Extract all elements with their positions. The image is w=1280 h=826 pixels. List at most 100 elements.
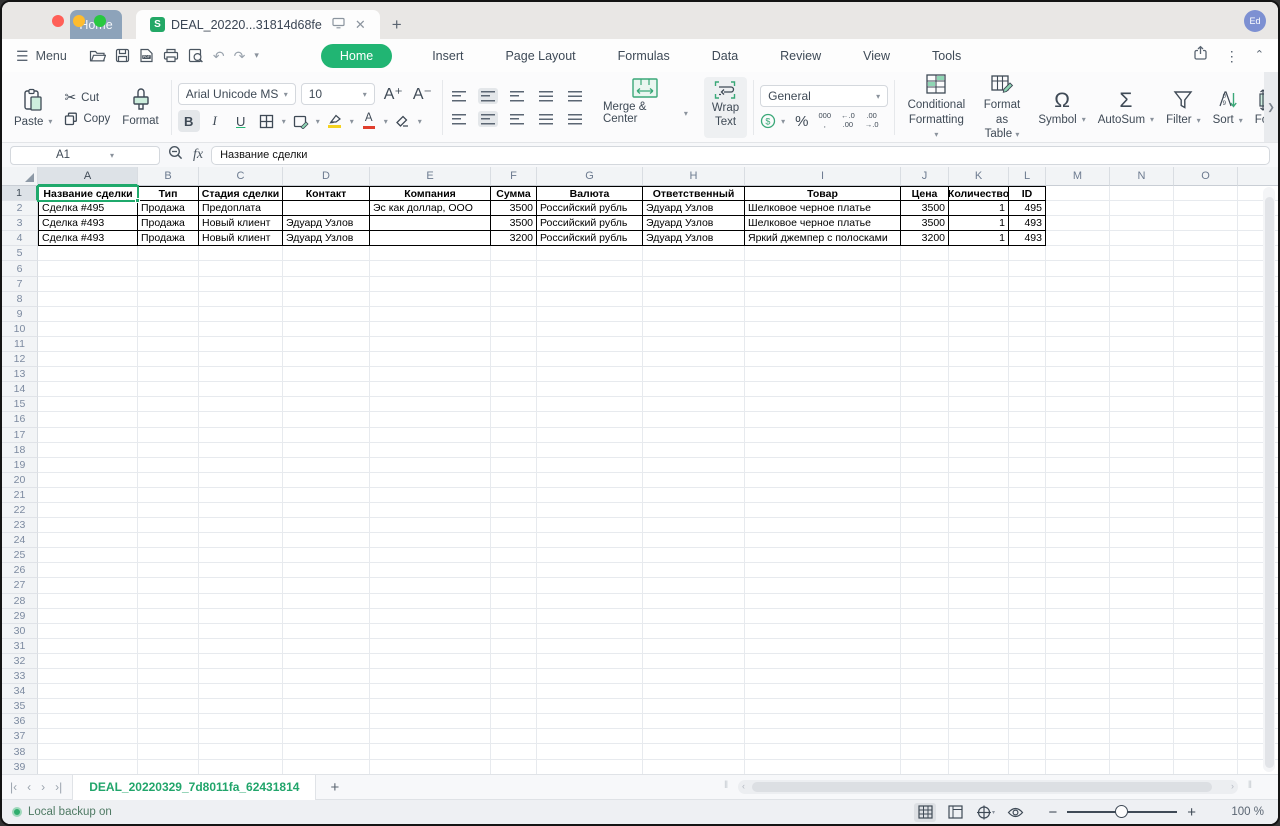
font-name-select[interactable]: Arial Unicode MS▾ <box>178 83 296 105</box>
cell-G34[interactable] <box>537 684 643 699</box>
cell-L9[interactable] <box>1009 307 1046 322</box>
cell-I27[interactable] <box>745 578 901 593</box>
cell-A38[interactable] <box>38 744 138 759</box>
cell-N16[interactable] <box>1110 412 1174 427</box>
cell-L37[interactable] <box>1009 729 1046 744</box>
cell-F36[interactable] <box>491 714 537 729</box>
row-header-15[interactable]: 15 <box>2 397 38 412</box>
cell-H21[interactable] <box>643 488 745 503</box>
cell-E11[interactable] <box>370 337 491 352</box>
align-top-button[interactable] <box>449 88 469 104</box>
comma-style-button[interactable]: 000 , <box>818 112 831 129</box>
cell-J31[interactable] <box>901 639 949 654</box>
cell-G13[interactable] <box>537 367 643 382</box>
align-center-button[interactable] <box>478 111 498 127</box>
cell-C18[interactable] <box>199 443 283 458</box>
cell-B12[interactable] <box>138 352 199 367</box>
row-header-34[interactable]: 34 <box>2 684 38 699</box>
cell-C38[interactable] <box>199 744 283 759</box>
cell-N38[interactable] <box>1110 744 1174 759</box>
column-header-A[interactable]: A <box>38 167 138 186</box>
cell-J36[interactable] <box>901 714 949 729</box>
cell-B37[interactable] <box>138 729 199 744</box>
cell-E9[interactable] <box>370 307 491 322</box>
cell-F37[interactable] <box>491 729 537 744</box>
cell-M23[interactable] <box>1046 518 1110 533</box>
cell-N39[interactable] <box>1110 760 1174 774</box>
cell-A37[interactable] <box>38 729 138 744</box>
cell-M14[interactable] <box>1046 382 1110 397</box>
column-header-M[interactable]: M <box>1046 167 1110 186</box>
cell-A2[interactable]: Сделка #495 <box>38 201 138 216</box>
cell-G10[interactable] <box>537 322 643 337</box>
format-painter-button[interactable]: Format <box>116 88 164 127</box>
row-header-31[interactable]: 31 <box>2 639 38 654</box>
format-as-table-button[interactable]: Format asTable ▾ <box>972 77 1033 138</box>
add-sheet-button[interactable]: + <box>316 779 353 796</box>
cell-F31[interactable] <box>491 639 537 654</box>
cell-G4[interactable]: Российский рубль <box>537 231 643 246</box>
cell-A27[interactable] <box>38 578 138 593</box>
cell-L10[interactable] <box>1009 322 1046 337</box>
cell-C32[interactable] <box>199 654 283 669</box>
cell-D18[interactable] <box>283 443 370 458</box>
cell-O13[interactable] <box>1174 367 1238 382</box>
hscroll-right-icon[interactable]: › <box>1231 781 1234 791</box>
share-icon[interactable] <box>1193 45 1209 66</box>
cell-B23[interactable] <box>138 518 199 533</box>
cell-K25[interactable] <box>949 548 1009 563</box>
minimize-window-button[interactable] <box>73 15 85 27</box>
cell-K10[interactable] <box>949 322 1009 337</box>
cell-L16[interactable] <box>1009 412 1046 427</box>
cell-O19[interactable] <box>1174 458 1238 473</box>
cell-N31[interactable] <box>1110 639 1174 654</box>
cell-L38[interactable] <box>1009 744 1046 759</box>
cell-F27[interactable] <box>491 578 537 593</box>
cell-N36[interactable] <box>1110 714 1174 729</box>
cell-K39[interactable] <box>949 760 1009 774</box>
cell-M15[interactable] <box>1046 397 1110 412</box>
cell-C37[interactable] <box>199 729 283 744</box>
cell-B14[interactable] <box>138 382 199 397</box>
cell-L23[interactable] <box>1009 518 1046 533</box>
column-header-K[interactable]: K <box>949 167 1009 186</box>
cell-L18[interactable] <box>1009 443 1046 458</box>
cell-K19[interactable] <box>949 458 1009 473</box>
merge-center-button[interactable]: Merge & Center▾ <box>595 77 696 138</box>
cell-D10[interactable] <box>283 322 370 337</box>
cell-O36[interactable] <box>1174 714 1238 729</box>
spreadsheet-grid[interactable]: ABCDEFGHIJKLMNO 1Название сделкиТипСтади… <box>2 167 1278 774</box>
cell-L5[interactable] <box>1009 246 1046 261</box>
cell-F14[interactable] <box>491 382 537 397</box>
cell-G7[interactable] <box>537 277 643 292</box>
cell-K21[interactable] <box>949 488 1009 503</box>
cell-A28[interactable] <box>38 594 138 609</box>
row-header-25[interactable]: 25 <box>2 548 38 563</box>
cell-A9[interactable] <box>38 307 138 322</box>
cell-G30[interactable] <box>537 624 643 639</box>
cell-L35[interactable] <box>1009 699 1046 714</box>
cell-A20[interactable] <box>38 473 138 488</box>
cell-O3[interactable] <box>1174 216 1238 231</box>
cell-A5[interactable] <box>38 246 138 261</box>
cell-J21[interactable] <box>901 488 949 503</box>
cell-L14[interactable] <box>1009 382 1046 397</box>
cell-H32[interactable] <box>643 654 745 669</box>
cell-K22[interactable] <box>949 503 1009 518</box>
cell-C23[interactable] <box>199 518 283 533</box>
cell-C12[interactable] <box>199 352 283 367</box>
cell-I36[interactable] <box>745 714 901 729</box>
cell-N26[interactable] <box>1110 563 1174 578</box>
font-color-button[interactable]: A <box>358 110 380 132</box>
cell-F12[interactable] <box>491 352 537 367</box>
row-header-18[interactable]: 18 <box>2 443 38 458</box>
cell-G23[interactable] <box>537 518 643 533</box>
cell-O38[interactable] <box>1174 744 1238 759</box>
distributed-button[interactable] <box>565 111 585 127</box>
cell-L31[interactable] <box>1009 639 1046 654</box>
cell-D4[interactable]: Эдуард Узлов <box>283 231 370 246</box>
cell-H4[interactable]: Эдуард Узлов <box>643 231 745 246</box>
cell-B6[interactable] <box>138 261 199 276</box>
cell-O21[interactable] <box>1174 488 1238 503</box>
cell-K16[interactable] <box>949 412 1009 427</box>
